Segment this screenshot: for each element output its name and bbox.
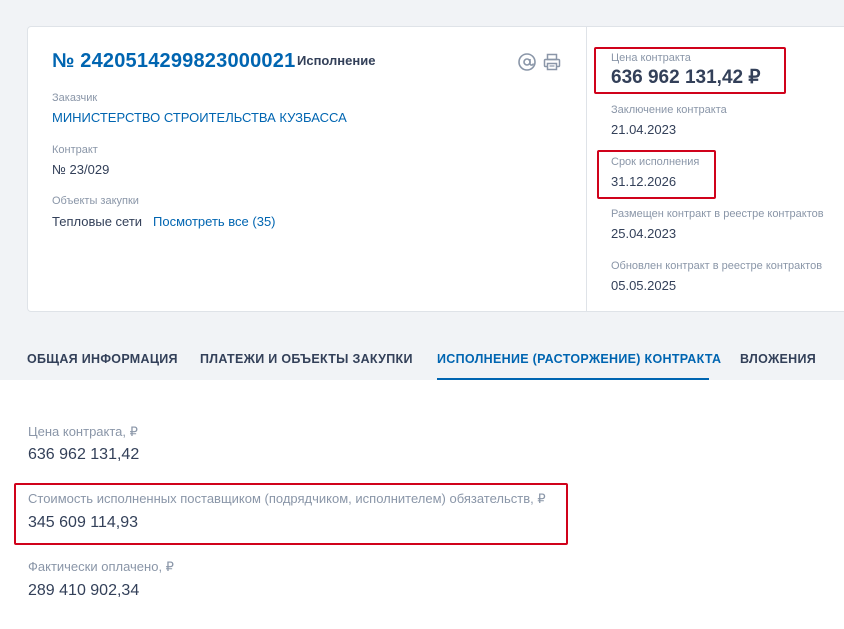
tab-attachments[interactable]: ВЛОЖЕНИЯ (740, 352, 816, 366)
view-all-objects-link[interactable]: Посмотреть все (35) (153, 214, 276, 229)
purchase-objects-label: Объекты закупки (52, 195, 139, 207)
printer-icon[interactable] (543, 53, 561, 71)
tab-general-info[interactable]: ОБЩАЯ ИНФОРМАЦИЯ (27, 352, 178, 366)
customer-link[interactable]: МИНИСТЕРСТВО СТРОИТЕЛЬСТВА КУЗБАССА (52, 110, 347, 125)
registry-updated-value: 05.05.2025 (611, 278, 677, 293)
registry-updated-label: Обновлен контракт в реестре контрактов (611, 260, 823, 272)
highlight-box-executed (14, 483, 568, 545)
actually-paid-label: Фактически оплачено, ₽ (28, 559, 174, 574)
customer-label: Заказчик (52, 92, 98, 104)
card-divider (586, 26, 587, 312)
body-price-value: 636 962 131,42 (28, 446, 140, 463)
status-badge: Исполнение (297, 53, 376, 68)
contract-label: Контракт (52, 144, 98, 156)
registry-placed-value: 25.04.2023 (611, 226, 677, 241)
at-sign-icon[interactable] (518, 53, 536, 71)
highlight-box-deadline (597, 150, 716, 199)
tab-bar: ОБЩАЯ ИНФОРМАЦИЯ ПЛАТЕЖИ И ОБЪЕКТЫ ЗАКУП… (0, 340, 844, 380)
contract-registry-number[interactable]: № 2420514299823000021 (52, 50, 295, 73)
registry-placed-label: Размещен контракт в реестре контрактов (611, 208, 824, 220)
body-price-label: Цена контракта, ₽ (28, 424, 138, 439)
signed-date-value: 21.04.2023 (611, 122, 677, 137)
tab-payments-objects[interactable]: ПЛАТЕЖИ И ОБЪЕКТЫ ЗАКУПКИ (200, 352, 413, 366)
active-tab-indicator (437, 378, 709, 380)
actually-paid-value: 289 410 902,34 (28, 582, 140, 599)
tab-execution[interactable]: ИСПОЛНЕНИЕ (РАСТОРЖЕНИЕ) КОНТРАКТА (437, 352, 721, 366)
highlight-box-price (594, 47, 786, 94)
purchase-objects-value: Тепловые сети (52, 214, 143, 229)
contract-number: № 23/029 (52, 162, 110, 177)
signed-date-label: Заключение контракта (611, 104, 727, 116)
